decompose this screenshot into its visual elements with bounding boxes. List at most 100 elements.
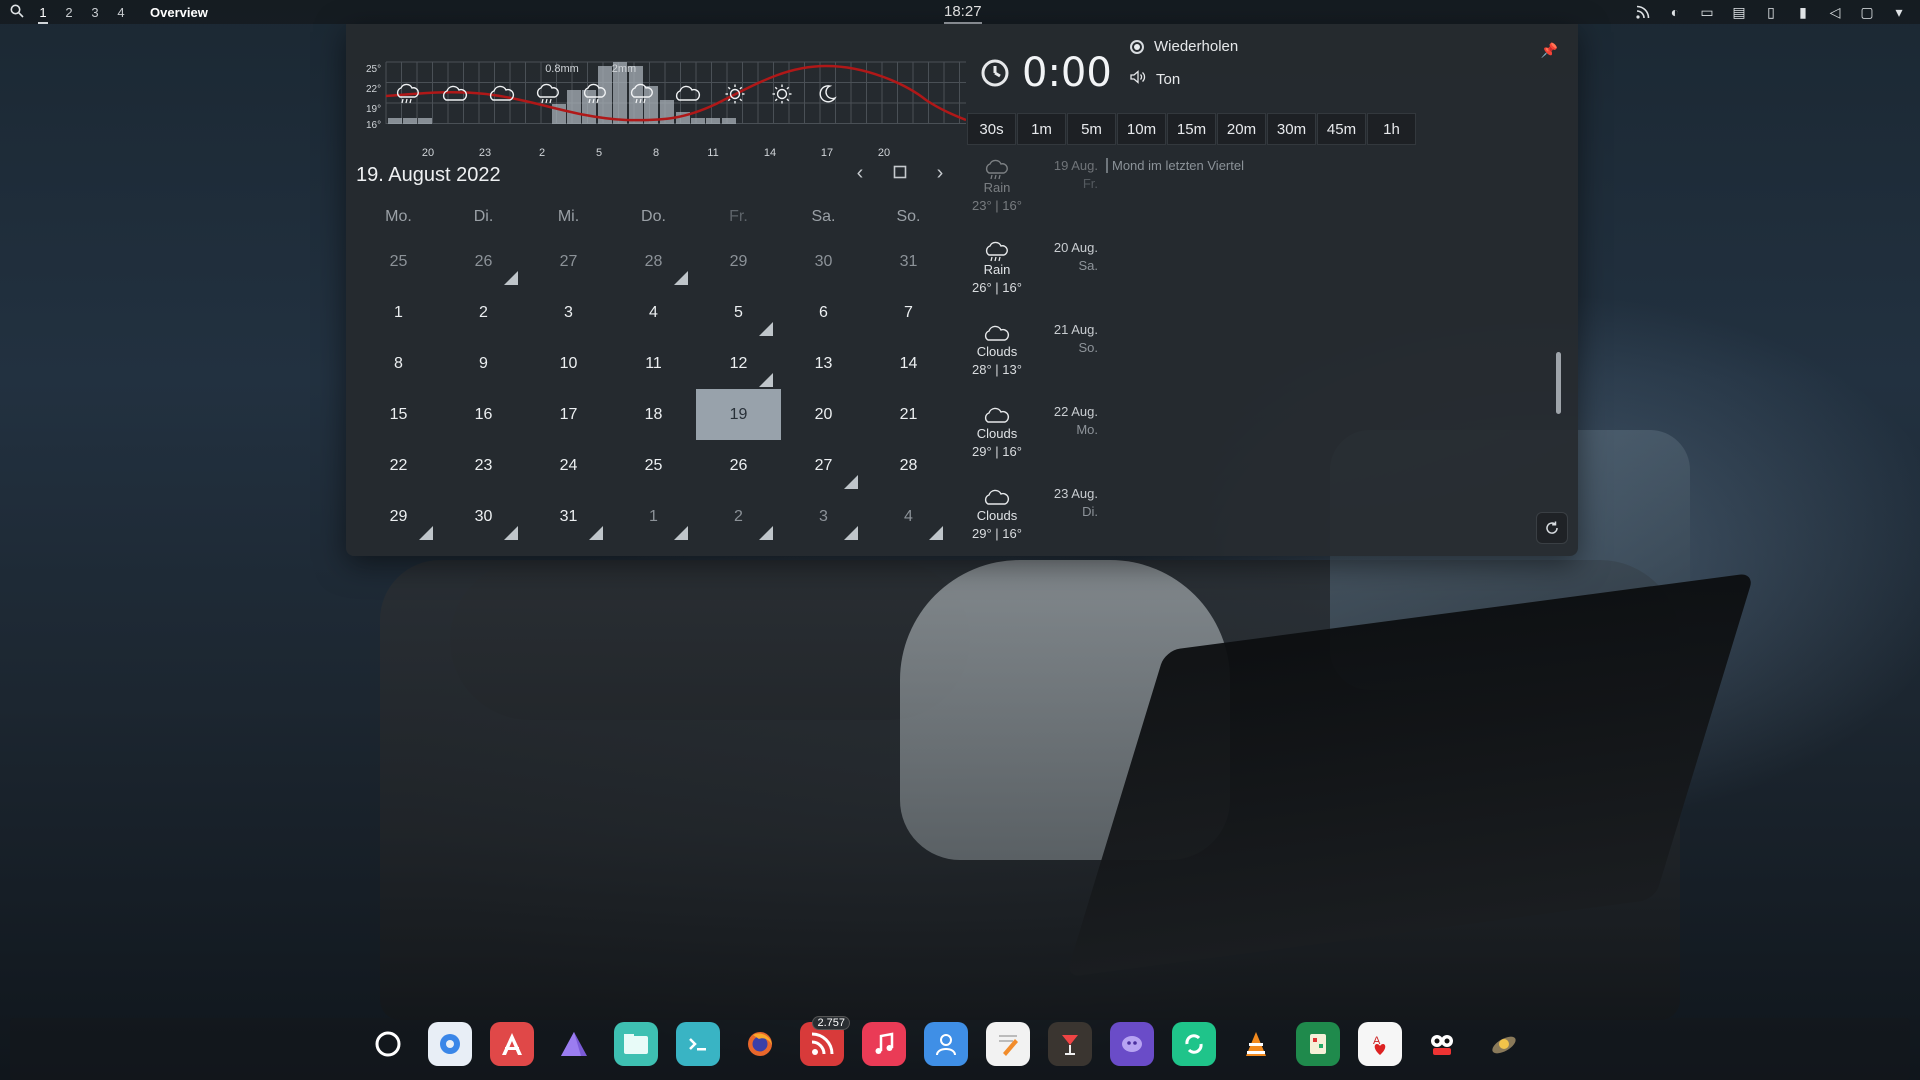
calendar-day[interactable]: 15 — [356, 389, 441, 440]
game-icon[interactable] — [1420, 1022, 1464, 1066]
night-light-icon[interactable]: ◐ — [1666, 3, 1684, 21]
calendar-day[interactable]: 31 — [866, 236, 951, 287]
pin-icon[interactable]: 📌 — [1541, 42, 1558, 59]
calendar-day[interactable]: 25 — [611, 440, 696, 491]
calendar-day[interactable]: 23 — [441, 440, 526, 491]
chevron-right-icon[interactable]: › — [930, 162, 950, 185]
calendar-day[interactable]: 14 — [866, 338, 951, 389]
calendar-day[interactable]: 25 — [356, 236, 441, 287]
calendar-day[interactable]: 8 — [356, 338, 441, 389]
timer-preset-button[interactable]: 30s — [967, 113, 1016, 145]
volume-icon[interactable]: ◁ — [1826, 3, 1844, 21]
speaker-icon[interactable] — [1130, 70, 1146, 88]
firefox-icon[interactable] — [738, 1022, 782, 1066]
music-icon[interactable] — [862, 1022, 906, 1066]
calendar-day[interactable]: 30 — [441, 491, 526, 542]
files-icon[interactable] — [614, 1022, 658, 1066]
contacts-icon[interactable] — [924, 1022, 968, 1066]
search-icon[interactable] — [4, 4, 30, 21]
calendar-day[interactable]: 21 — [866, 389, 951, 440]
day-number: 29 — [389, 507, 408, 525]
timer-preset-button[interactable]: 1h — [1367, 113, 1416, 145]
calendar-day[interactable]: 1 — [611, 491, 696, 542]
display-icon[interactable]: ▢ — [1858, 3, 1876, 21]
timer-icon[interactable] — [980, 58, 1010, 88]
calendar-day[interactable]: 20 — [781, 389, 866, 440]
calendar-day[interactable]: 24 — [526, 440, 611, 491]
clipboard-icon[interactable]: ▤ — [1730, 3, 1748, 21]
calendar-day[interactable]: 12 — [696, 338, 781, 389]
calendar-day[interactable]: 27 — [781, 440, 866, 491]
calendar-day[interactable]: 6 — [781, 287, 866, 338]
satellite-icon[interactable] — [1482, 1022, 1526, 1066]
timer-preset-button[interactable]: 15m — [1167, 113, 1216, 145]
activities-icon[interactable] — [366, 1022, 410, 1066]
calendar-day[interactable]: 2 — [696, 491, 781, 542]
scrollbar[interactable] — [1556, 352, 1561, 414]
calendar-day[interactable]: 29 — [696, 236, 781, 287]
calendar-day[interactable]: 26 — [696, 440, 781, 491]
timer-preset-button[interactable]: 1m — [1017, 113, 1066, 145]
power-icon[interactable]: ▮ — [1794, 3, 1812, 21]
timer-preset-button[interactable]: 20m — [1217, 113, 1266, 145]
calendar-day[interactable]: 7 — [866, 287, 951, 338]
calendar-day[interactable]: 1 — [356, 287, 441, 338]
refresh-button[interactable] — [1536, 512, 1568, 544]
clock[interactable]: 18:27 — [944, 3, 982, 24]
prism-icon[interactable] — [552, 1022, 596, 1066]
calendar-day[interactable]: 28 — [611, 236, 696, 287]
timer-preset-button[interactable]: 10m — [1117, 113, 1166, 145]
calendar-day[interactable]: 9 — [441, 338, 526, 389]
calendar-day[interactable]: 4 — [866, 491, 951, 542]
sound-option[interactable]: Ton — [1130, 70, 1180, 88]
calendar-day[interactable]: 31 — [526, 491, 611, 542]
mahjong-icon[interactable] — [1296, 1022, 1340, 1066]
usb-icon[interactable]: ▯ — [1762, 3, 1780, 21]
calendar-day[interactable]: 30 — [781, 236, 866, 287]
vlc-icon[interactable] — [1234, 1022, 1278, 1066]
battery-icon[interactable]: ▭ — [1698, 3, 1716, 21]
calendar-day[interactable]: 18 — [611, 389, 696, 440]
cocktail-icon[interactable] — [1048, 1022, 1092, 1066]
calendar-day[interactable]: 22 — [356, 440, 441, 491]
forecast-weekday: So. — [1078, 340, 1098, 355]
timer-preset-button[interactable]: 30m — [1267, 113, 1316, 145]
workspace-2[interactable]: 2 — [56, 5, 82, 20]
sync-icon[interactable] — [1172, 1022, 1216, 1066]
text-editor-icon[interactable] — [986, 1022, 1030, 1066]
calendar-day[interactable]: 26 — [441, 236, 526, 287]
calendar-day[interactable]: 3 — [781, 491, 866, 542]
calendar-day[interactable]: 16 — [441, 389, 526, 440]
calendar-day[interactable]: 2 — [441, 287, 526, 338]
settings-icon[interactable] — [428, 1022, 472, 1066]
cards-icon[interactable]: A — [1358, 1022, 1402, 1066]
appcenter-icon[interactable] — [490, 1022, 534, 1066]
rss-icon[interactable] — [1634, 3, 1652, 21]
repeat-option[interactable]: Wiederholen — [1130, 38, 1238, 55]
radio-icon[interactable] — [1130, 39, 1144, 54]
workspace-4[interactable]: 4 — [108, 5, 134, 20]
overview-button[interactable]: Overview — [150, 5, 208, 20]
calendar-day[interactable]: 5 — [696, 287, 781, 338]
today-button[interactable] — [890, 162, 910, 185]
calendar-day-today[interactable]: 19 — [696, 389, 781, 440]
timer-preset-button[interactable]: 5m — [1067, 113, 1116, 145]
terminal-icon[interactable] — [676, 1022, 720, 1066]
calendar-day[interactable]: 13 — [781, 338, 866, 389]
calendar-day[interactable]: 4 — [611, 287, 696, 338]
workspace-3[interactable]: 3 — [82, 5, 108, 20]
rss-reader-icon[interactable]: 2.757 — [800, 1016, 850, 1066]
chat-icon[interactable] — [1110, 1022, 1154, 1066]
timer-preset-button[interactable]: 45m — [1317, 113, 1366, 145]
calendar-day[interactable]: 29 — [356, 491, 441, 542]
workspace-1[interactable]: 1 — [30, 5, 56, 24]
chevron-left-icon[interactable]: ‹ — [850, 162, 870, 185]
calendar-day[interactable]: 10 — [526, 338, 611, 389]
calendar-day[interactable]: 28 — [866, 440, 951, 491]
timer-value[interactable]: 0:00 — [1022, 50, 1112, 96]
calendar-day[interactable]: 17 — [526, 389, 611, 440]
calendar-day[interactable]: 3 — [526, 287, 611, 338]
calendar-day[interactable]: 27 — [526, 236, 611, 287]
chevron-down-icon[interactable]: ▾ — [1890, 3, 1908, 21]
calendar-day[interactable]: 11 — [611, 338, 696, 389]
